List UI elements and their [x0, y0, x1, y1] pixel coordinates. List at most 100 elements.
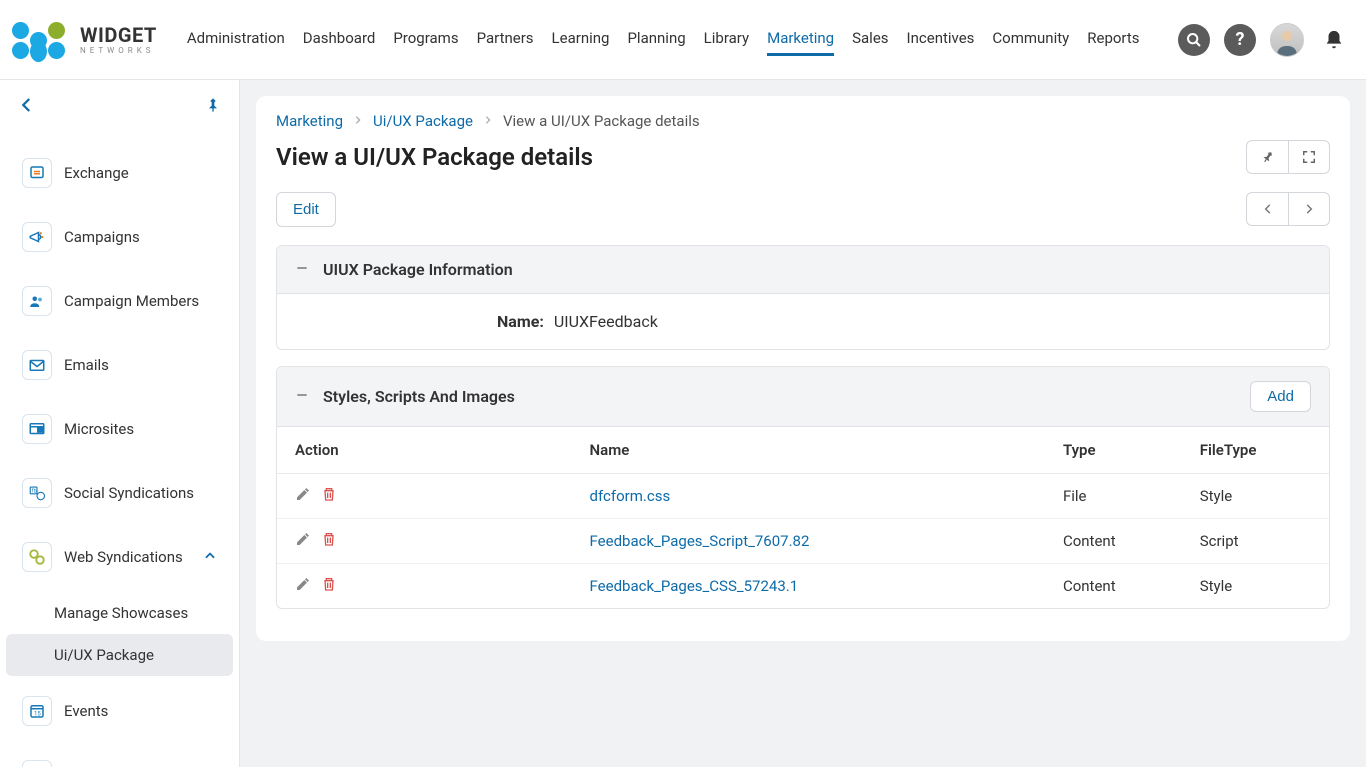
notifications-button[interactable]: [1318, 24, 1350, 56]
prev-record-button[interactable]: [1246, 192, 1288, 226]
user-avatar[interactable]: [1270, 23, 1304, 57]
sidebar-item-label: Microsites: [64, 420, 217, 438]
sidebar-icon: [22, 286, 52, 316]
search-icon: [1186, 32, 1202, 48]
sidebar-item-label: Campaign Members: [64, 292, 217, 310]
fullscreen-icon: [1302, 150, 1316, 164]
asset-name-link[interactable]: Feedback_Pages_Script_7607.82: [590, 532, 810, 550]
sidebar-item-events[interactable]: 15 Events: [6, 682, 233, 740]
topnav-item-programs[interactable]: Programs: [393, 23, 458, 56]
topnav-item-learning[interactable]: Learning: [552, 23, 610, 56]
sidebar-item-label: Events: [64, 702, 217, 720]
assets-table: Action Name Type FileType dfcform.css Fil…: [277, 427, 1329, 608]
info-name-label: Name:: [497, 312, 544, 331]
search-button[interactable]: [1178, 24, 1210, 56]
sidebar-item-label: Emails: [64, 356, 217, 374]
brand-logo[interactable]: WIDGET NETWORKS: [12, 18, 157, 62]
next-record-button[interactable]: [1288, 192, 1330, 226]
asset-type: File: [1045, 474, 1182, 519]
asset-filetype: Style: [1182, 564, 1329, 609]
breadcrumb-link[interactable]: Marketing: [276, 112, 343, 130]
asset-name-link[interactable]: Feedback_Pages_CSS_57243.1: [590, 577, 799, 595]
sidebar-item-exchange[interactable]: Exchange: [6, 144, 233, 202]
col-filetype: FileType: [1182, 427, 1329, 474]
asset-type: Content: [1045, 564, 1182, 609]
panel-package-info: UIUX Package Information Name: UIUXFeedb…: [276, 245, 1330, 350]
brand-name: WIDGET: [80, 25, 157, 45]
sidebar-icon: fb: [22, 478, 52, 508]
breadcrumb-current: View a UI/UX Package details: [503, 112, 700, 130]
chevron-up-icon: [203, 548, 217, 567]
brand-logo-mark: [12, 18, 72, 62]
bell-icon: [1323, 29, 1345, 51]
panel-title: Styles, Scripts And Images: [323, 387, 1238, 406]
sidebar-item-microsites[interactable]: Microsites: [6, 400, 233, 458]
pin-page-button[interactable]: [1246, 140, 1288, 174]
sidebar-item-emails[interactable]: Emails: [6, 336, 233, 394]
asset-name-link[interactable]: dfcform.css: [590, 487, 671, 505]
sidebar-item-campaign-members[interactable]: Campaign Members: [6, 272, 233, 330]
panel-assets: Styles, Scripts And Images Add Action Na…: [276, 366, 1330, 609]
sidebar-icon: [22, 414, 52, 444]
asset-type: Content: [1045, 519, 1182, 564]
avatar-icon: [1272, 26, 1302, 56]
panel-title: UIUX Package Information: [323, 260, 1311, 279]
add-asset-button[interactable]: Add: [1250, 381, 1311, 412]
breadcrumb: Marketing Ui/UX Package View a UI/UX Packa…: [276, 112, 1330, 130]
col-name: Name: [572, 427, 1045, 474]
topnav-item-sales[interactable]: Sales: [852, 23, 888, 56]
topnav-item-administration[interactable]: Administration: [187, 23, 285, 56]
pin-icon: [1261, 150, 1275, 164]
pin-icon: [205, 96, 221, 114]
chevron-right-icon: [1302, 202, 1316, 216]
topnav-item-dashboard[interactable]: Dashboard: [303, 23, 376, 56]
table-row: dfcform.cssFileStyle: [277, 474, 1329, 519]
pencil-icon: [295, 531, 311, 547]
top-nav: Administration Dashboard Programs Partners L…: [187, 23, 1178, 56]
fullscreen-button[interactable]: [1288, 140, 1330, 174]
col-type: Type: [1045, 427, 1182, 474]
sidebar-icon: [22, 222, 52, 252]
topnav-item-community[interactable]: Community: [992, 23, 1069, 56]
topnav-item-reports[interactable]: Reports: [1087, 23, 1139, 56]
topbar: WIDGET NETWORKS Administration Dashboard P…: [0, 0, 1366, 80]
sidebar-subitem-manage-showcases[interactable]: Manage Showcases: [6, 592, 233, 634]
sidebar-item-social-syndications[interactable]: fbSocial Syndications: [6, 464, 233, 522]
sidebar-pin-button[interactable]: [205, 96, 221, 118]
main-content: Marketing Ui/UX Package View a UI/UX Packa…: [240, 80, 1366, 767]
table-row: Feedback_Pages_Script_7607.82 ContentScri…: [277, 519, 1329, 564]
chevron-left-icon: [18, 94, 36, 116]
delete-row-button[interactable]: [321, 576, 337, 596]
sidebar: Exchange Campaigns Campaign Members Emails M…: [0, 80, 240, 767]
edit-row-button[interactable]: [295, 486, 311, 506]
topnav-item-incentives[interactable]: Incentives: [907, 23, 975, 56]
sidebar-item-survey[interactable]: Survey: [6, 746, 233, 767]
edit-row-button[interactable]: [295, 531, 311, 551]
col-action: Action: [277, 427, 572, 474]
sidebar-collapse-button[interactable]: [18, 94, 36, 120]
delete-row-button[interactable]: [321, 486, 337, 506]
sidebar-item-campaigns[interactable]: Campaigns: [6, 208, 233, 266]
topnav-item-library[interactable]: Library: [704, 23, 749, 56]
sidebar-icon: 15: [22, 696, 52, 726]
sidebar-item-label: Exchange: [64, 164, 217, 182]
top-actions: ?: [1178, 23, 1350, 57]
breadcrumb-link[interactable]: Ui/UX Package: [373, 112, 473, 130]
asset-filetype: Script: [1182, 519, 1329, 564]
topnav-item-marketing[interactable]: Marketing: [767, 23, 834, 56]
collapse-toggle[interactable]: [295, 387, 311, 406]
delete-row-button[interactable]: [321, 531, 337, 551]
sidebar-subitem-ui-ux-package[interactable]: Ui/UX Package: [6, 634, 233, 676]
topnav-item-planning[interactable]: Planning: [627, 23, 685, 56]
edit-row-button[interactable]: [295, 576, 311, 596]
collapse-toggle[interactable]: [295, 260, 311, 279]
chevron-left-icon: [1261, 202, 1275, 216]
chevron-right-icon: [483, 113, 493, 129]
topnav-item-partners[interactable]: Partners: [477, 23, 534, 56]
help-button[interactable]: ?: [1224, 24, 1256, 56]
sidebar-item-label: Campaigns: [64, 228, 217, 246]
pencil-icon: [295, 576, 311, 592]
sidebar-item-web-syndications[interactable]: Web Syndications: [6, 528, 233, 586]
brand-sub: NETWORKS: [80, 47, 157, 55]
edit-button[interactable]: Edit: [276, 192, 336, 227]
